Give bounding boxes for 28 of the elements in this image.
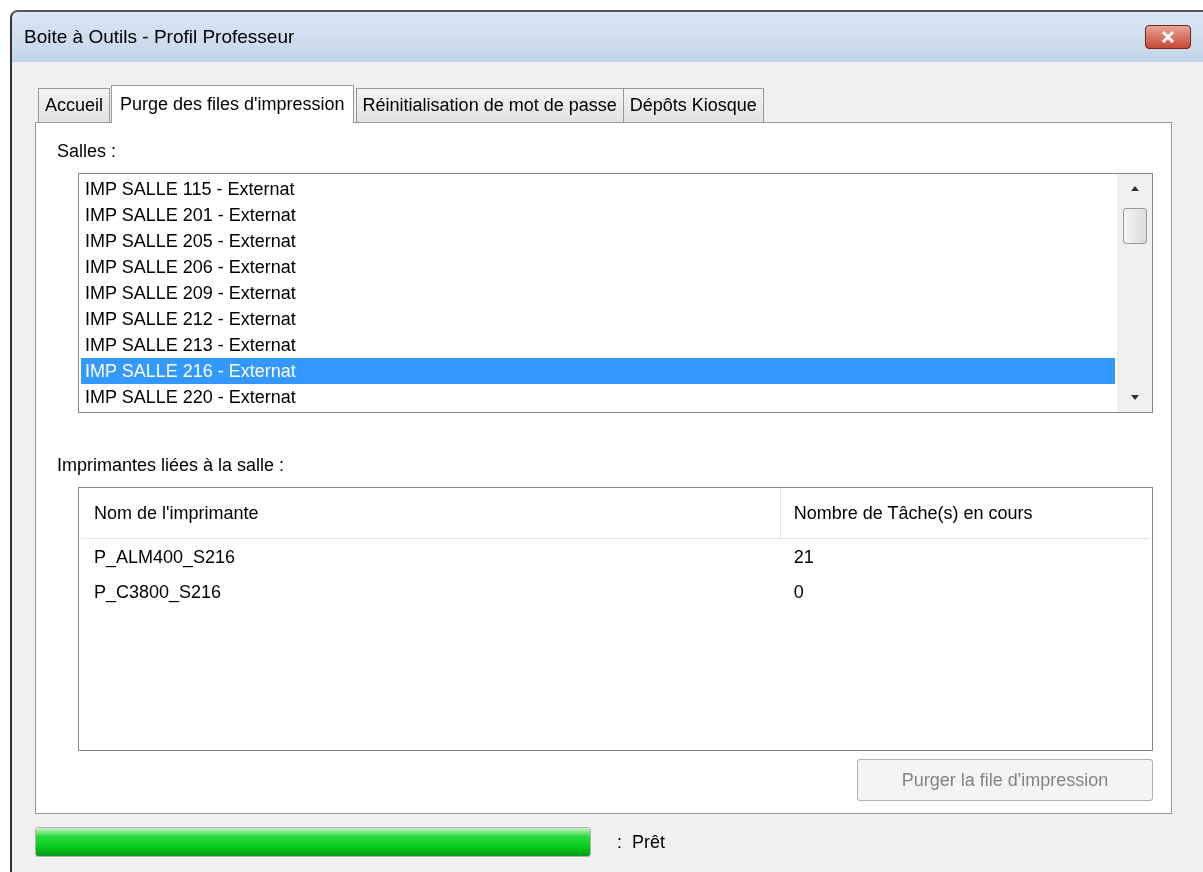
list-item[interactable]: IMP SALLE 201 - Externat — [81, 202, 1115, 228]
table-cell-text: P_ALM400_S216 — [93, 547, 237, 568]
tab[interactable]: Purge des files d'impression — [111, 85, 354, 123]
table-cell-text: 0 — [792, 582, 805, 603]
tab[interactable]: Accueil — [38, 88, 111, 122]
tab[interactable]: Réinitialisation de mot de passe — [355, 88, 624, 122]
close-button[interactable] — [1145, 25, 1191, 49]
printers-label: Imprimantes liées à la salle : — [57, 455, 285, 477]
list-item[interactable]: IMP SALLE 115 - Externat — [81, 176, 1115, 202]
rooms-label: Salles : — [57, 141, 117, 163]
list-item[interactable]: IMP SALLE 220 - Externat — [81, 384, 1115, 410]
list-item[interactable]: IMP SALLE 206 - Externat — [81, 254, 1115, 280]
column-header[interactable]: Nombre de Tâche(s) en cours — [780, 488, 1150, 538]
scrollbar[interactable] — [1117, 174, 1152, 412]
list-item[interactable]: IMP SALLE 212 - Externat — [81, 306, 1115, 332]
scroll-down-icon[interactable] — [1128, 394, 1141, 402]
list-item[interactable]: IMP SALLE 209 - Externat — [81, 280, 1115, 306]
column-header[interactable]: Nom de l'imprimante — [81, 488, 781, 538]
list-item[interactable]: IMP SALLE 213 - Externat — [81, 332, 1115, 358]
table-cell-text: P_C3800_S216 — [93, 582, 223, 603]
window-title: Boite à Outils - Profil Professeur — [24, 26, 295, 48]
table-cell-text: 21 — [792, 547, 815, 568]
status-text: : Prêt — [617, 831, 665, 853]
tab[interactable]: Dépôts Kiosque — [622, 88, 764, 122]
close-icon — [1160, 30, 1176, 44]
scroll-up-icon[interactable] — [1128, 184, 1141, 192]
list-item[interactable]: IMP SALLE 205 - Externat — [81, 228, 1115, 254]
scroll-thumb[interactable] — [1122, 208, 1147, 244]
